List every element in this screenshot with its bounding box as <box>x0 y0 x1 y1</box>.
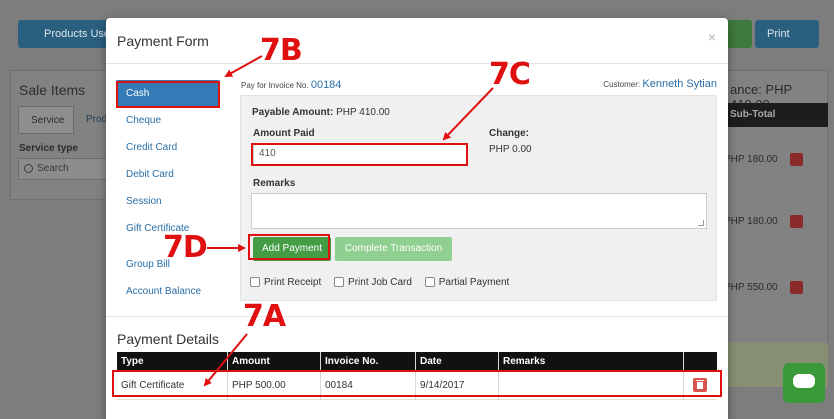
remarks-label: Remarks <box>253 178 296 189</box>
checkbox-icon[interactable] <box>250 277 260 288</box>
payable-label: Payable Amount: <box>252 107 334 118</box>
tab-products: Products <box>74 106 125 134</box>
print-receipt-label: Print Receipt <box>264 277 322 288</box>
method-account-balance[interactable]: Account Balance <box>116 278 220 305</box>
column-header: Date <box>420 356 442 367</box>
method-credit-card[interactable]: Credit Card <box>116 134 220 161</box>
invoice-number: 00184 <box>310 79 342 91</box>
payment-details-title: Payment Details <box>117 331 219 347</box>
print-options: Print Receipt Print Job Card Partial Pay… <box>250 277 519 288</box>
pay-for-label: Pay for Invoice No. <box>241 81 309 90</box>
chat-bubble-icon[interactable] <box>783 363 825 403</box>
print-job-card-label: Print Job Card <box>348 277 412 288</box>
close-icon[interactable]: × <box>708 30 716 44</box>
print-button: Print <box>755 20 819 48</box>
subtotal-header: Sub-Total <box>722 103 828 127</box>
payment-method-list: Cash Cheque Credit Card Debit Card Sessi… <box>116 80 220 305</box>
search-icon <box>24 164 33 173</box>
annotation-box-7a <box>112 370 722 397</box>
change-label: Change: <box>489 128 529 139</box>
customer-reference: Customer: Kenneth Sytian <box>603 78 717 90</box>
annotation-box-7b <box>116 81 220 108</box>
sale-items-title: Sale Items <box>19 82 86 98</box>
annotation-label-7a: 7A <box>243 299 286 334</box>
column-header: Amount <box>232 356 270 367</box>
customer-label: Customer: <box>603 80 641 89</box>
service-type-label: Service type <box>19 143 78 154</box>
annotation-box-7d <box>248 234 330 260</box>
annotation-label-7b: 7B <box>260 33 303 68</box>
partial-payment-option[interactable]: Partial Payment <box>424 277 510 288</box>
payable-amount: Payable Amount: PHP 410.00 <box>252 107 390 118</box>
partial-payment-label: Partial Payment <box>438 277 510 288</box>
method-debit-card[interactable]: Debit Card <box>116 161 220 188</box>
method-session[interactable]: Session <box>116 188 220 215</box>
subtotal-value: PHP 550.00 <box>724 282 778 293</box>
annotation-label-7d: 7D <box>163 230 208 265</box>
annotation-label-7c: 7C <box>489 57 531 92</box>
checkbox-icon[interactable] <box>424 277 435 288</box>
remarks-textarea[interactable] <box>251 193 707 229</box>
trash-icon <box>790 153 803 166</box>
products-used-button: Products Used <box>18 20 118 48</box>
payment-form-modal: Payment Form × Cash Cheque Credit Card D… <box>106 18 728 419</box>
section-divider <box>106 316 728 317</box>
checkbox-icon[interactable] <box>334 277 345 288</box>
modal-title: Payment Form <box>117 33 209 49</box>
print-job-card-option[interactable]: Print Job Card <box>334 277 412 288</box>
invoice-reference: Pay for Invoice No. 00184 <box>241 79 341 91</box>
complete-transaction-button[interactable]: Complete Transaction <box>335 237 452 261</box>
trash-icon <box>790 281 803 294</box>
payable-value: PHP 410.00 <box>336 107 390 118</box>
method-cheque[interactable]: Cheque <box>116 107 220 134</box>
column-header: Remarks <box>503 356 546 367</box>
column-header: Invoice No. <box>325 356 379 367</box>
amount-paid-label: Amount Paid <box>253 128 315 139</box>
modal-header: Payment Form × <box>106 18 728 64</box>
customer-name-link[interactable]: Kenneth Sytian <box>642 78 717 90</box>
column-header: Type <box>121 356 144 367</box>
payment-entry-panel: Payable Amount: PHP 410.00 Amount Paid 4… <box>240 95 717 301</box>
change-value: PHP 0.00 <box>489 144 532 155</box>
table-header-row: Type Amount Invoice No. Date Remarks <box>117 352 717 370</box>
tab-service: Service <box>18 106 74 134</box>
subtotal-value: PHP 180.00 <box>724 154 778 165</box>
print-receipt-option[interactable]: Print Receipt <box>250 277 321 288</box>
subtotal-value: PHP 180.00 <box>724 216 778 227</box>
trash-icon <box>790 215 803 228</box>
annotation-box-7c <box>251 143 468 166</box>
